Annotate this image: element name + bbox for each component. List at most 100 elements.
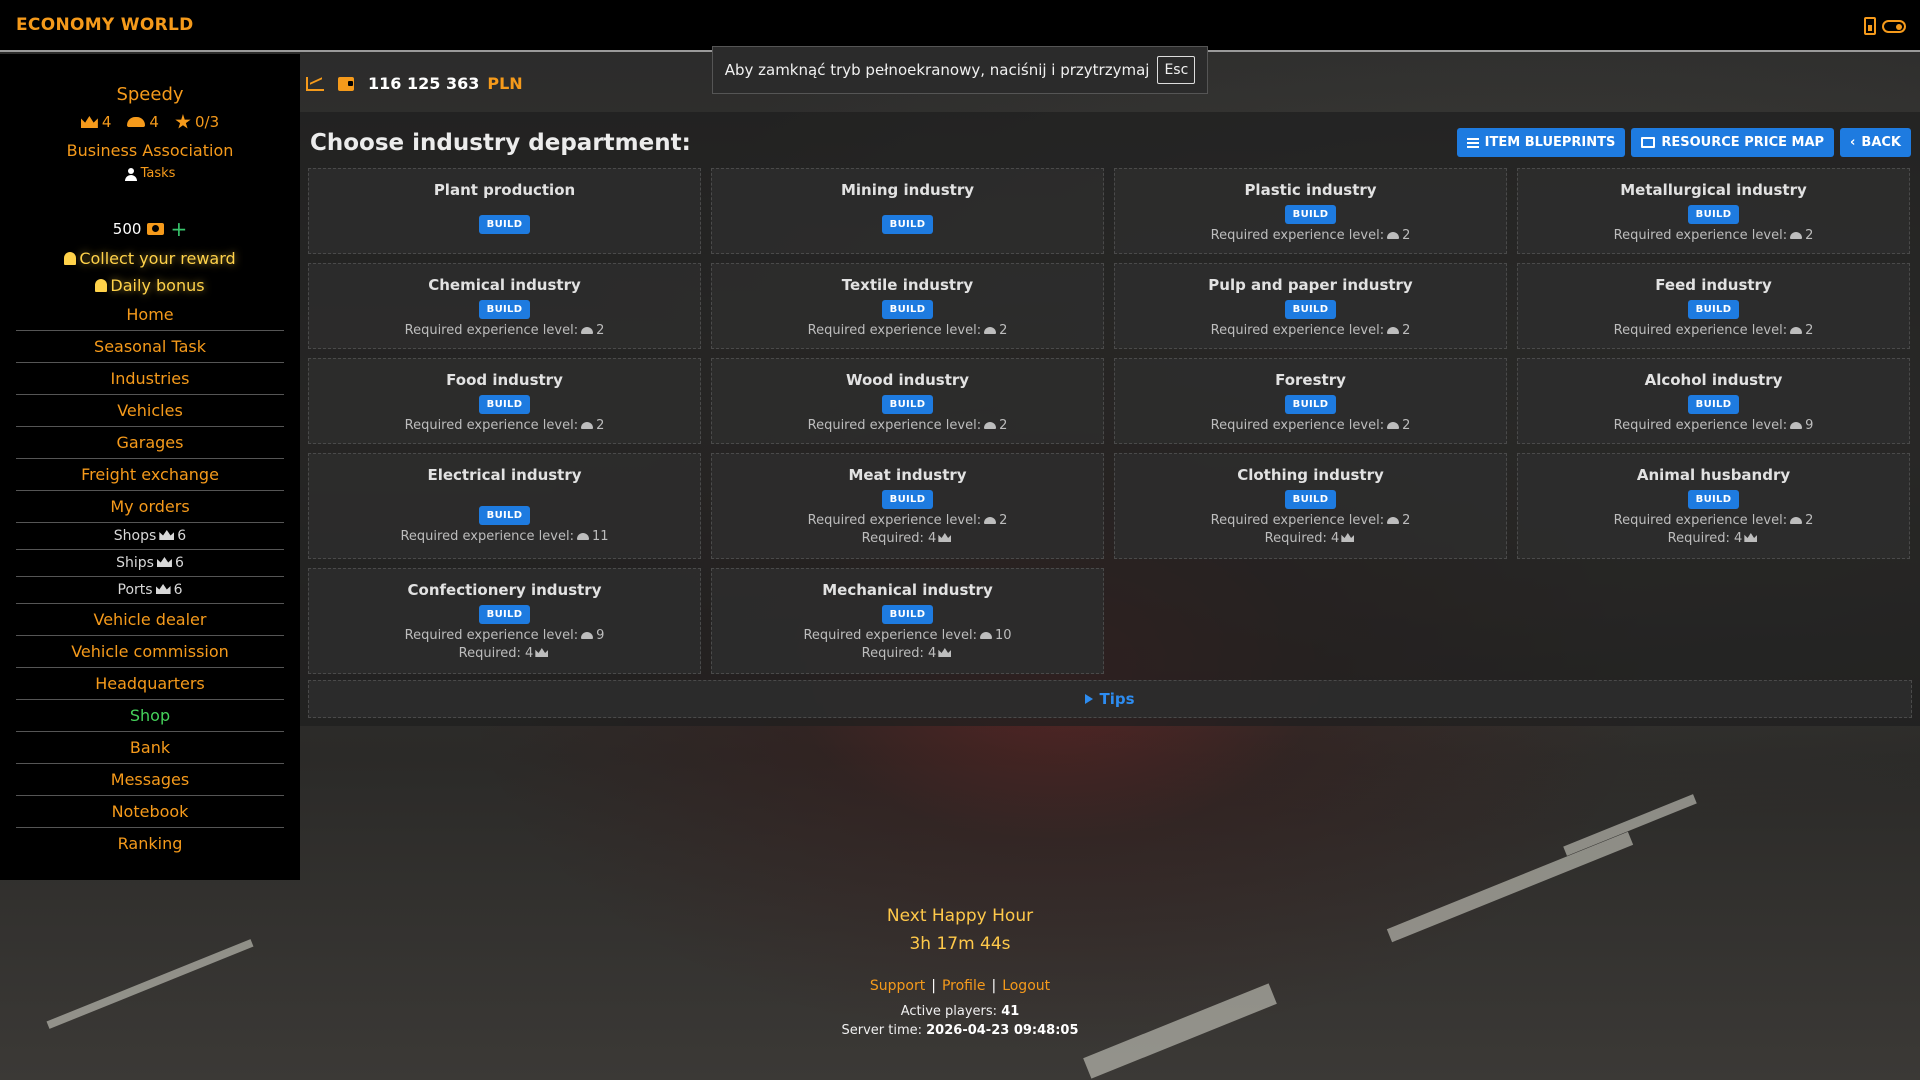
username[interactable]: Speedy [0, 84, 300, 105]
build-button[interactable]: BUILD [1284, 205, 1337, 224]
nav-ships[interactable]: Ships 6 [16, 550, 284, 577]
footer: Next Happy Hour 3h 17m 44s Support | Profi… [0, 906, 1920, 1038]
helmet-icon [576, 533, 589, 540]
bell-icon [64, 252, 77, 265]
industry-name: Pulp and paper industry [1208, 276, 1413, 294]
nav-garages[interactable]: Garages [16, 427, 284, 459]
page-title: Choose industry department: [310, 130, 691, 156]
build-button[interactable]: BUILD [881, 490, 934, 509]
required-level: Required experience level: 2 [1613, 323, 1814, 338]
association-link[interactable]: Business Association [0, 141, 300, 160]
nav-home[interactable]: Home [16, 301, 284, 331]
sidebar-nav: Home Seasonal Task Industries Vehicles G… [0, 301, 300, 859]
logout-link[interactable]: Logout [1002, 978, 1050, 994]
build-button[interactable]: BUILD [1284, 395, 1337, 414]
nav-freight-exchange[interactable]: Freight exchange [16, 459, 284, 491]
back-button[interactable]: ‹ BACK [1840, 128, 1911, 157]
industry-card: Alcohol industry BUILD Required experien… [1517, 358, 1910, 444]
resource-price-map-button[interactable]: RESOURCE PRICE MAP [1631, 128, 1835, 157]
nav-bank[interactable]: Bank [16, 732, 284, 764]
crown-badge: 4 [80, 113, 111, 131]
wallet-icon[interactable] [338, 76, 354, 91]
item-blueprints-button[interactable]: ITEM BLUEPRINTS [1456, 128, 1626, 157]
helmet-icon [1790, 517, 1803, 524]
industry-name: Mining industry [840, 181, 975, 199]
crown-icon [535, 648, 549, 657]
industry-name: Mechanical industry [822, 581, 993, 599]
nav-notebook[interactable]: Notebook [16, 796, 284, 828]
road-stripe [1563, 794, 1697, 856]
required-level: Required experience level: 2 [1210, 323, 1411, 338]
support-link[interactable]: Support [870, 978, 925, 994]
tasks-link[interactable]: Tasks [0, 166, 300, 181]
list-icon [1466, 137, 1479, 148]
gold-balance: 500 + [112, 217, 188, 241]
nav-seasonal-task[interactable]: Seasonal Task [16, 331, 284, 363]
nav-vehicle-commission[interactable]: Vehicle commission [16, 636, 284, 668]
build-button[interactable]: BUILD [1687, 490, 1740, 509]
build-button[interactable]: BUILD [1687, 300, 1740, 319]
industry-name: Plant production [433, 181, 576, 199]
required-level: Required experience level: 2 [1210, 228, 1411, 243]
nav-ranking[interactable]: Ranking [16, 828, 284, 859]
build-button[interactable]: BUILD [881, 605, 934, 624]
nav-ports[interactable]: Ports 6 [16, 577, 284, 604]
build-button[interactable]: BUILD [1284, 300, 1337, 319]
helmet-icon [984, 327, 997, 334]
helmet-icon [984, 422, 997, 429]
industry-card: Clothing industry BUILD Required experie… [1114, 453, 1507, 559]
helmet-icon [1387, 327, 1400, 334]
nav-vehicles[interactable]: Vehicles [16, 395, 284, 427]
build-button[interactable]: BUILD [881, 215, 934, 234]
daily-bonus-link[interactable]: Daily bonus [0, 276, 300, 295]
industry-name: Food industry [446, 371, 563, 389]
nav-industries[interactable]: Industries [16, 363, 284, 395]
build-button[interactable]: BUILD [478, 215, 531, 234]
crown-icon [938, 533, 952, 542]
industry-name: Clothing industry [1237, 466, 1384, 484]
plus-icon[interactable]: + [170, 219, 187, 239]
sidebar: Speedy 4 4 0/3 Business Association Task… [0, 54, 300, 880]
build-button[interactable]: BUILD [1284, 490, 1337, 509]
build-button[interactable]: BUILD [478, 506, 531, 525]
helmet-icon [984, 517, 997, 524]
required-level: Required experience level: 2 [807, 323, 1008, 338]
helmet-icon [581, 422, 594, 429]
required-level: Required experience level: 2 [807, 418, 1008, 433]
battery-icon[interactable] [1864, 17, 1876, 35]
collect-reward-link[interactable]: Collect your reward [0, 249, 300, 268]
bell-icon [95, 279, 108, 292]
build-button[interactable]: BUILD [1687, 205, 1740, 224]
build-button[interactable]: BUILD [478, 300, 531, 319]
required-level: Required experience level: 2 [1613, 228, 1814, 243]
helmet-icon [1387, 232, 1400, 239]
build-button[interactable]: BUILD [1687, 395, 1740, 414]
required-level: Required experience level: 2 [807, 513, 1008, 528]
helmet-icon [1387, 517, 1400, 524]
required-crowns: Required: 4 [712, 646, 1103, 661]
map-icon [1641, 137, 1656, 148]
nav-messages[interactable]: Messages [16, 764, 284, 796]
nav-shop[interactable]: Shop [16, 700, 284, 732]
industry-name: Confectionery industry [407, 581, 602, 599]
required-level: Required experience level: 11 [400, 529, 609, 544]
build-button[interactable]: BUILD [478, 395, 531, 414]
build-button[interactable]: BUILD [881, 395, 934, 414]
nav-shops[interactable]: Shops 6 [16, 523, 284, 550]
nav-my-orders[interactable]: My orders [16, 491, 284, 523]
industry-name: Feed industry [1655, 276, 1772, 294]
nav-vehicle-dealer[interactable]: Vehicle dealer [16, 604, 284, 636]
tips-toggle[interactable]: Tips [308, 680, 1912, 718]
build-button[interactable]: BUILD [881, 300, 934, 319]
industry-card: Textile industry BUILD Required experien… [711, 263, 1104, 349]
toggle-icon[interactable] [1882, 19, 1906, 33]
industry-card: Electrical industry BUILD Required exper… [308, 453, 701, 559]
nav-headquarters[interactable]: Headquarters [16, 668, 284, 700]
chart-icon[interactable] [306, 76, 324, 91]
profile-link[interactable]: Profile [942, 978, 986, 994]
crown-icon [156, 557, 172, 567]
build-button[interactable]: BUILD [478, 605, 531, 624]
industry-card: Plastic industry BUILD Required experien… [1114, 168, 1507, 254]
helmet-icon [581, 632, 594, 639]
brand-logo[interactable]: ECONOMY WORLD [16, 15, 194, 35]
